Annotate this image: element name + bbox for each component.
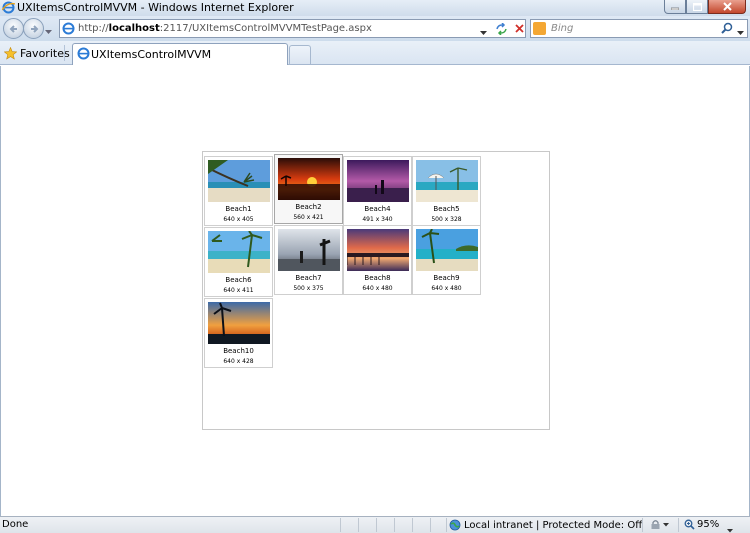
beach-thumbnail	[208, 302, 270, 344]
status-divider	[412, 518, 413, 532]
favorites-bar: Favorites UXItemsControlMVVM	[0, 41, 750, 65]
status-divider	[394, 518, 395, 532]
item-name: Beach8	[364, 274, 391, 282]
security-zone-label: Local intranet | Protected Mode: Off	[464, 519, 643, 531]
status-divider	[358, 518, 359, 532]
zoom-icon	[684, 519, 695, 530]
item-dimensions: 500 x 375	[293, 285, 324, 292]
address-url[interactable]: http://localhost:2117/UXItemsControlMVVM…	[78, 23, 372, 34]
address-dropdown-icon[interactable]	[480, 26, 487, 39]
minimize-icon	[671, 7, 679, 10]
item-dimensions: 640 x 428	[223, 358, 254, 365]
close-button[interactable]	[708, 0, 746, 14]
status-divider	[446, 518, 447, 532]
search-options-dropdown-icon[interactable]	[737, 26, 744, 39]
refresh-icon	[495, 22, 507, 35]
item-name: Beach2	[295, 203, 322, 211]
status-divider	[678, 518, 679, 532]
status-divider	[376, 518, 377, 532]
list-item[interactable]: Beach2 560 x 421	[274, 154, 343, 224]
beach-thumbnail	[416, 160, 478, 202]
back-button[interactable]	[3, 18, 24, 39]
ie-logo-icon	[1, 1, 16, 17]
minimize-button[interactable]	[664, 0, 686, 14]
toolbar-divider	[64, 45, 65, 61]
item-dimensions: 640 x 411	[223, 287, 254, 294]
item-dimensions: 640 x 405	[223, 216, 254, 223]
status-bar: Done Local intranet | Protected Mode: Of…	[0, 516, 750, 533]
forward-arrow-icon	[30, 24, 38, 33]
item-name: Beach4	[364, 205, 391, 213]
list-item[interactable]: Beach5 500 x 328	[412, 156, 481, 226]
new-tab-button[interactable]	[289, 45, 311, 64]
list-item[interactable]: Beach8 640 x 480	[343, 225, 412, 295]
item-name: Beach6	[225, 276, 252, 284]
list-item[interactable]: Beach1 640 x 405	[204, 156, 273, 226]
zoom-button[interactable]: 95%	[684, 519, 719, 530]
forward-button[interactable]	[23, 18, 44, 39]
items-control-panel: Beach1 640 x 405 Beach2 560 x 421 Beach4…	[202, 151, 550, 430]
item-name: Beach10	[223, 347, 254, 355]
favorites-button[interactable]: Favorites	[4, 45, 70, 61]
stop-icon	[514, 24, 524, 33]
page-icon	[77, 47, 90, 63]
address-toolbar: http://localhost:2117/UXItemsControlMVVM…	[0, 16, 750, 41]
security-zone[interactable]: Local intranet | Protected Mode: Off	[449, 519, 642, 531]
item-dimensions: 500 x 328	[431, 216, 462, 223]
item-name: Beach1	[225, 205, 252, 213]
beach-thumbnail	[347, 229, 409, 271]
search-box[interactable]: Bing	[530, 19, 748, 38]
search-placeholder[interactable]: Bing	[551, 23, 573, 34]
beach-thumbnail	[278, 229, 340, 271]
title-bar: UXItemsControlMVVM - Windows Internet Ex…	[0, 0, 750, 16]
close-icon	[722, 2, 732, 11]
item-name: Beach9	[433, 274, 460, 282]
beach-thumbnail	[416, 229, 478, 271]
page-icon	[62, 22, 75, 38]
item-dimensions: 640 x 480	[431, 285, 462, 292]
beach-thumbnail	[208, 231, 270, 273]
recent-pages-dropdown-icon[interactable]	[45, 25, 52, 38]
tab-uxitemscontrolmvvm[interactable]: UXItemsControlMVVM	[72, 43, 288, 65]
status-divider	[340, 518, 341, 532]
list-item[interactable]: Beach7 500 x 375	[274, 225, 343, 295]
item-name: Beach7	[295, 274, 322, 282]
item-dimensions: 560 x 421	[293, 214, 324, 221]
zoom-dropdown-icon[interactable]	[727, 523, 733, 533]
stop-button[interactable]	[512, 21, 526, 36]
maximize-icon	[692, 2, 702, 11]
refresh-button[interactable]	[493, 21, 509, 36]
list-item[interactable]: Beach9 640 x 480	[412, 225, 481, 295]
beach-thumbnail	[278, 158, 340, 200]
lock-icon	[651, 520, 660, 529]
list-item[interactable]: Beach10 640 x 428	[204, 298, 273, 368]
beach-thumbnail	[347, 160, 409, 202]
bing-logo-icon	[533, 22, 546, 35]
status-divider	[642, 518, 643, 532]
window-title: UXItemsControlMVVM - Windows Internet Ex…	[17, 1, 294, 14]
item-dimensions: 491 x 340	[362, 216, 393, 223]
beach-thumbnail	[208, 160, 270, 202]
status-text: Done	[2, 519, 29, 530]
page-content: Beach1 640 x 405 Beach2 560 x 421 Beach4…	[0, 66, 750, 516]
status-divider	[430, 518, 431, 532]
address-bar[interactable]: http://localhost:2117/UXItemsControlMVVM…	[59, 19, 526, 38]
chevron-down-icon	[663, 522, 669, 526]
zoom-level: 95%	[697, 519, 720, 530]
back-arrow-icon	[9, 24, 17, 33]
tab-label: UXItemsControlMVVM	[91, 48, 212, 61]
item-name: Beach5	[433, 205, 460, 213]
list-item[interactable]: Beach6 640 x 411	[204, 227, 273, 297]
maximize-button[interactable]	[686, 0, 708, 14]
item-dimensions: 640 x 480	[362, 285, 393, 292]
globe-icon	[449, 519, 461, 531]
protected-mode-button[interactable]	[650, 519, 669, 530]
star-icon	[4, 46, 17, 60]
favorites-label: Favorites	[20, 46, 70, 60]
search-icon[interactable]	[721, 22, 733, 37]
list-item[interactable]: Beach4 491 x 340	[343, 156, 412, 226]
